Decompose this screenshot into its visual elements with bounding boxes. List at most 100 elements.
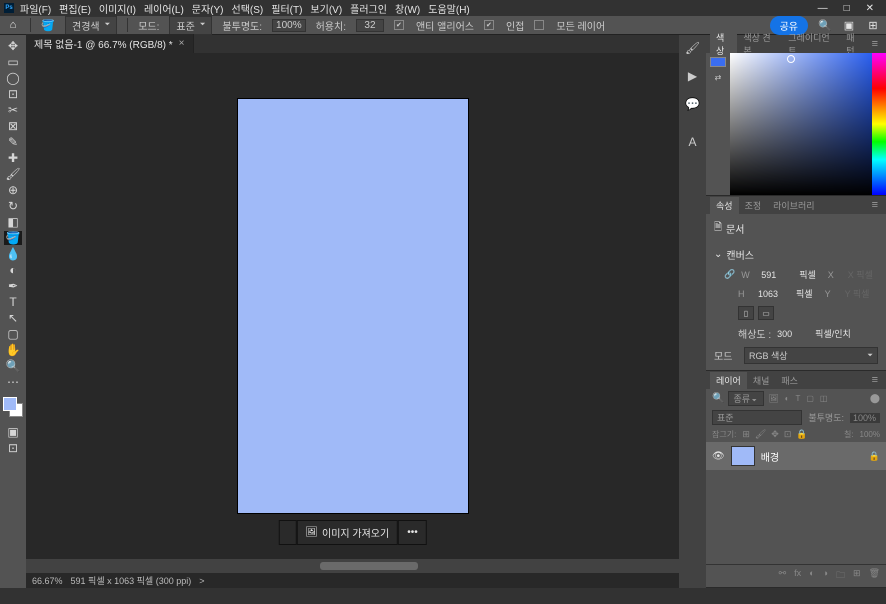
artboard-tool[interactable]: ▭ xyxy=(4,55,22,69)
panel-menu-icon[interactable]: ⊞ xyxy=(866,18,880,32)
foreground-dropdown[interactable]: 견경색 xyxy=(65,16,117,35)
canvas-toggle-icon[interactable]: ⌄ xyxy=(714,249,722,260)
play-panel-icon[interactable]: ▶ xyxy=(688,69,697,83)
shape-tool[interactable]: ▢ xyxy=(4,327,22,341)
eyedropper-tool[interactable]: ✎ xyxy=(4,135,22,149)
menu-filter[interactable]: 필터(T) xyxy=(271,1,302,16)
pen-tool[interactable]: ✒ xyxy=(4,279,22,293)
layer-row-background[interactable]: 👁 배경 🔒 xyxy=(706,442,886,470)
comments-panel-icon[interactable]: 💬 xyxy=(685,97,700,111)
window-minimize[interactable]: — xyxy=(818,3,828,14)
tab-properties[interactable]: 속성 xyxy=(710,197,739,214)
tab-layers[interactable]: 레이어 xyxy=(710,372,747,389)
lock-artboard-icon[interactable]: ⊡ xyxy=(784,429,792,440)
colormode-dropdown[interactable]: RGB 색상 xyxy=(744,347,878,364)
link-icon[interactable]: 🔗 xyxy=(724,269,735,280)
adjustment-icon[interactable]: ◑ xyxy=(823,568,828,584)
layer-thumbnail[interactable] xyxy=(731,446,755,466)
lock-all-icon[interactable]: ⊞ xyxy=(742,429,750,440)
contiguous-checkbox[interactable] xyxy=(484,20,494,30)
layer-blend-dropdown[interactable]: 표준 xyxy=(712,410,802,425)
info-arrow-icon[interactable]: > xyxy=(199,576,204,586)
zoom-tool[interactable]: 🔍 xyxy=(4,359,22,373)
tab-paths[interactable]: 패스 xyxy=(775,372,804,389)
edit-toolbar[interactable]: ⋯ xyxy=(4,375,22,389)
menu-plugin[interactable]: 플러그인 xyxy=(350,1,387,16)
context-more-button[interactable]: ••• xyxy=(398,520,427,545)
layer-search-icon[interactable]: 🔍 xyxy=(712,393,724,404)
dodge-tool[interactable]: ◐ xyxy=(4,263,22,277)
swap-colors-icon[interactable]: ⇄ xyxy=(715,73,722,82)
menu-type[interactable]: 문자(Y) xyxy=(192,1,224,16)
mask-icon[interactable]: ◐ xyxy=(809,568,814,584)
blend-mode-dropdown[interactable]: 표준 xyxy=(169,16,212,35)
tab-channels[interactable]: 채널 xyxy=(747,372,776,389)
layer-filter-dropdown[interactable]: 종류 xyxy=(728,391,764,406)
brush-tool[interactable]: 🖌 xyxy=(4,167,22,181)
filter-shape-icon[interactable]: ▢ xyxy=(806,394,814,403)
color-field[interactable] xyxy=(730,53,872,195)
menu-select[interactable]: 선택(S) xyxy=(232,1,264,16)
lock-lock-icon[interactable]: 🔒 xyxy=(796,429,807,440)
glyphs-panel-icon[interactable]: A xyxy=(688,135,696,149)
props-panel-menu[interactable]: ≡ xyxy=(868,199,882,211)
filter-smart-icon[interactable]: ◫ xyxy=(820,394,828,403)
link-layers-icon[interactable]: ⚯ xyxy=(779,568,787,584)
antialias-checkbox[interactable] xyxy=(394,20,404,30)
group-icon[interactable]: 🗀 xyxy=(836,568,845,584)
orient-portrait[interactable]: ▯ xyxy=(738,306,754,320)
history-brush-tool[interactable]: ↻ xyxy=(4,199,22,213)
type-tool[interactable]: T xyxy=(4,295,22,309)
menu-window[interactable]: 창(W) xyxy=(395,1,420,16)
delete-layer-icon[interactable]: 🗑 xyxy=(869,568,880,584)
home-icon[interactable]: ⌂ xyxy=(6,18,20,32)
hand-tool[interactable]: ✋ xyxy=(4,343,22,357)
blur-tool[interactable]: 💧 xyxy=(4,247,22,261)
canvas[interactable] xyxy=(238,99,468,513)
tab-adjustments[interactable]: 조정 xyxy=(739,197,768,214)
menu-edit[interactable]: 편집(E) xyxy=(59,1,91,16)
eraser-tool[interactable]: ◧ xyxy=(4,215,22,229)
frame-tool[interactable]: ⊠ xyxy=(4,119,22,133)
new-layer-icon[interactable]: ⊞ xyxy=(853,568,861,584)
tolerance-value[interactable]: 32 xyxy=(356,19,384,32)
window-maximize[interactable]: □ xyxy=(844,3,850,14)
layer-lock-icon[interactable]: 🔒 xyxy=(869,451,880,462)
horizontal-scrollbar[interactable] xyxy=(26,559,679,573)
fg-swatch[interactable] xyxy=(710,57,726,67)
crop-tool[interactable]: ✂ xyxy=(4,103,22,117)
color-panel-menu[interactable]: ≡ xyxy=(868,38,882,50)
move-tool[interactable]: ✥ xyxy=(4,39,22,53)
menu-help[interactable]: 도움말(H) xyxy=(428,1,469,16)
window-close[interactable]: ✕ xyxy=(866,3,874,14)
filter-toggle[interactable]: ⬤ xyxy=(870,393,880,404)
menu-image[interactable]: 이미지(I) xyxy=(99,1,136,16)
lock-position-icon[interactable]: ✥ xyxy=(771,429,779,440)
brush-panel-icon[interactable]: 🖌 xyxy=(685,41,700,55)
h-value[interactable]: 1063 xyxy=(758,289,790,299)
visibility-icon[interactable]: 👁 xyxy=(712,451,725,462)
context-drag-handle[interactable] xyxy=(278,520,296,545)
path-tool[interactable]: ↖ xyxy=(4,311,22,325)
hue-slider[interactable] xyxy=(872,53,886,195)
filter-type-icon[interactable]: T xyxy=(795,394,800,403)
menu-file[interactable]: 파일(F) xyxy=(20,1,51,16)
document-tab[interactable]: 제목 없음-1 @ 66.7% (RGB/8) * × xyxy=(26,34,194,53)
layers-panel-menu[interactable]: ≡ xyxy=(868,374,882,386)
filter-image-icon[interactable]: 🖼 xyxy=(768,394,778,403)
tab-library[interactable]: 라이브러리 xyxy=(767,197,820,214)
layer-name[interactable]: 배경 xyxy=(761,449,863,464)
selection-tool[interactable]: ⊡ xyxy=(4,87,22,101)
bucket-tool[interactable]: 🪣 xyxy=(4,231,22,245)
lasso-tool[interactable]: ◯ xyxy=(4,71,22,85)
fill-value[interactable]: 100% xyxy=(860,430,880,439)
layer-opacity-value[interactable]: 100% xyxy=(850,413,880,423)
lock-pixels-icon[interactable]: 🖌 xyxy=(755,429,766,440)
fx-icon[interactable]: fx xyxy=(794,568,801,584)
alllayers-checkbox[interactable] xyxy=(534,20,544,30)
filter-adjust-icon[interactable]: ◐ xyxy=(785,394,790,403)
healing-tool[interactable]: ✚ xyxy=(4,151,22,165)
menu-layer[interactable]: 레이어(L) xyxy=(144,1,184,16)
menu-view[interactable]: 보기(V) xyxy=(310,1,342,16)
import-image-button[interactable]: 🖼 이미지 가져오기 xyxy=(296,520,398,545)
